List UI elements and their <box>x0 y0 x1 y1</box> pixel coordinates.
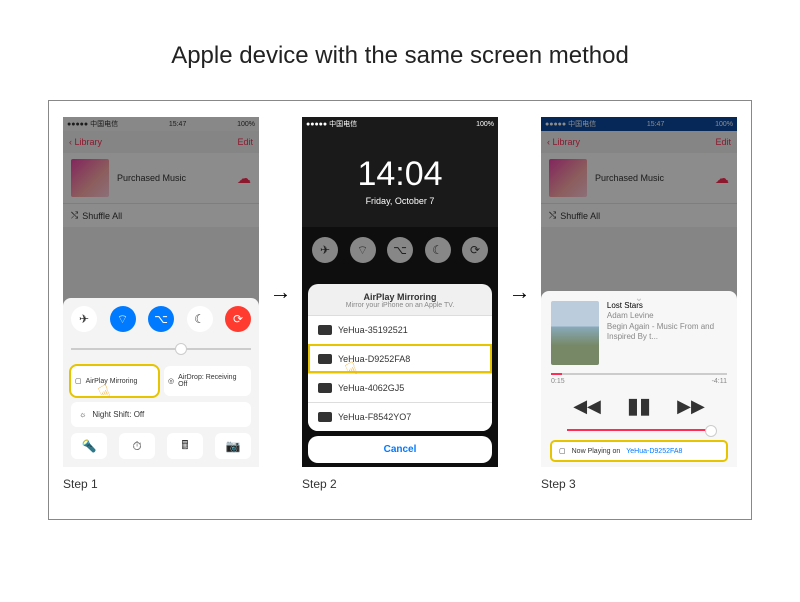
time-elapsed: 0:15 <box>551 378 565 385</box>
camera-button[interactable]: 📷 <box>215 433 251 459</box>
sheet-title: AirPlay Mirroring <box>314 292 486 302</box>
step-2-label: Step 2 <box>302 477 498 491</box>
now-playing-device: YeHua-D9252FA8 <box>626 448 682 455</box>
night-shift-label: Night Shift: Off <box>92 410 144 419</box>
shortcut-row: 🔦 ⏱ 🖩 📷 <box>71 433 251 459</box>
dnd-toggle[interactable]: ☾ <box>187 306 213 332</box>
tv-icon <box>318 412 332 422</box>
airplane-toggle[interactable]: ✈ <box>71 306 97 332</box>
phone-step-2: ●●●●● 中国电信 100% 14:04 Friday, October 7 … <box>302 117 498 467</box>
airplane-toggle[interactable]: ✈ <box>312 237 338 263</box>
arrow-icon: → <box>270 279 292 305</box>
clock: 14:04 <box>302 155 498 194</box>
bluetooth-toggle[interactable]: ⌥ <box>148 306 174 332</box>
step-labels: Step 1 Step 2 Step 3 <box>63 477 737 491</box>
time-remaining: -4:11 <box>712 378 727 385</box>
pause-button[interactable]: ▮▮ <box>627 393 651 419</box>
rotation-lock-toggle[interactable]: ⟳ <box>225 306 251 332</box>
playback-controls: ◀◀ ▮▮ ▶▶ <box>551 393 727 419</box>
battery: 100% <box>476 121 494 128</box>
calculator-button[interactable]: 🖩 <box>167 433 203 459</box>
airplay-icon: ▢ <box>75 377 82 385</box>
now-playing-on-label: Now Playing on <box>572 448 621 455</box>
wifi-toggle[interactable]: ⌔ <box>110 306 136 332</box>
night-shift-icon: ☼ <box>79 410 86 419</box>
prev-button[interactable]: ◀◀ <box>573 396 601 417</box>
step-1-label: Step 1 <box>63 477 259 491</box>
now-playing-device-banner[interactable]: ▢ Now Playing on YeHua-D9252FA8 <box>551 441 727 461</box>
tv-icon <box>318 354 332 364</box>
volume-slider[interactable] <box>567 429 711 431</box>
sheet-subtitle: Mirror your iPhone on an Apple TV. <box>314 302 486 309</box>
wifi-toggle[interactable]: ⌔ <box>350 237 376 263</box>
tv-icon <box>318 325 332 335</box>
progress-bar[interactable] <box>551 373 727 375</box>
device-name: YeHua-F8542YO7 <box>338 412 411 422</box>
status-bar: ●●●●● 中国电信 100% <box>302 117 498 131</box>
airdrop-label: AirDrop: Receiving Off <box>178 374 247 388</box>
toggle-row: ✈ ⌔ ⌥ ☾ ⟳ <box>71 306 251 332</box>
date: Friday, October 7 <box>302 196 498 206</box>
device-name: YeHua-35192521 <box>338 325 408 335</box>
now-playing-panel: ⌄ Lost Stars Adam Levine Begin Again - M… <box>541 291 737 467</box>
control-center: ✈ ⌔ ⌥ ☾ ⟳ ▢ AirPlay Mirroring ☟ ◎ AirDro… <box>63 298 259 467</box>
airdrop-icon: ◎ <box>168 377 174 385</box>
device-row[interactable]: YeHua-D9252FA8 ☟ <box>308 344 492 373</box>
airplay-icon: ▢ <box>559 447 566 455</box>
airplay-mirroring-button[interactable]: ▢ AirPlay Mirroring ☟ <box>71 366 158 396</box>
arrow-icon: → <box>509 279 531 305</box>
instruction-frame: ●●●●● 中国电信 15:47 100% ‹ Library Edit Pur… <box>48 100 752 520</box>
airplay-sheet: AirPlay Mirroring Mirror your iPhone on … <box>308 284 492 431</box>
tv-icon <box>318 383 332 393</box>
rotation-lock-toggle[interactable]: ⟳ <box>462 237 488 263</box>
track-album: Begin Again - Music From and Inspired By… <box>607 322 727 343</box>
step-3-label: Step 3 <box>541 477 737 491</box>
dnd-toggle[interactable]: ☾ <box>425 237 451 263</box>
phone-step-3: ●●●●● 中国电信 15:47 100% ‹ Library Edit Pur… <box>541 117 737 467</box>
now-playing-art <box>551 301 599 365</box>
device-row[interactable]: YeHua-4062GJ5 <box>308 373 492 402</box>
phone-step-1: ●●●●● 中国电信 15:47 100% ‹ Library Edit Pur… <box>63 117 259 467</box>
airdrop-button[interactable]: ◎ AirDrop: Receiving Off <box>164 366 251 396</box>
device-name: YeHua-4062GJ5 <box>338 383 404 393</box>
sheet-header: AirPlay Mirroring Mirror your iPhone on … <box>308 284 492 315</box>
chevron-down-icon[interactable]: ⌄ <box>635 293 643 304</box>
page-title: Apple device with the same screen method <box>0 0 800 100</box>
track-title: Lost Stars <box>607 301 727 311</box>
device-row[interactable]: YeHua-F8542YO7 <box>308 402 492 431</box>
bluetooth-toggle[interactable]: ⌥ <box>387 237 413 263</box>
device-row[interactable]: YeHua-35192521 <box>308 315 492 344</box>
timer-button[interactable]: ⏱ <box>119 433 155 459</box>
lock-screen-time: 14:04 Friday, October 7 <box>302 131 498 206</box>
track-artist: Adam Levine <box>607 311 727 321</box>
next-button[interactable]: ▶▶ <box>677 396 705 417</box>
night-shift-button[interactable]: ☼ Night Shift: Off <box>71 402 251 427</box>
cancel-button[interactable]: Cancel <box>308 436 492 463</box>
toggle-row: ✈ ⌔ ⌥ ☾ ⟳ <box>312 237 488 263</box>
brightness-slider[interactable] <box>71 340 251 358</box>
flashlight-button[interactable]: 🔦 <box>71 433 107 459</box>
carrier: ●●●●● 中国电信 <box>306 119 357 129</box>
